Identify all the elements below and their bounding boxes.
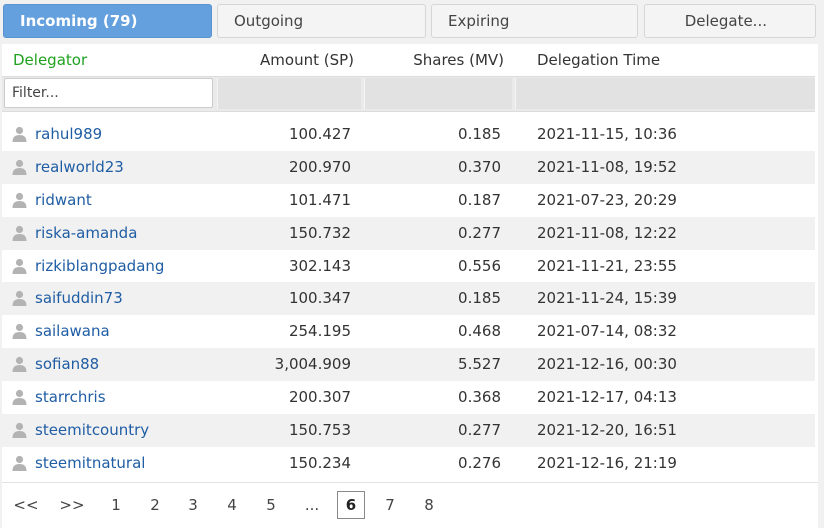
user-icon: [12, 323, 27, 340]
table-row: sofian88 3,004.909 5.527 2021-12-16, 00:30: [2, 348, 815, 382]
delegation-time-cell: 2021-12-16, 21:19: [537, 453, 677, 472]
user-icon: [12, 455, 27, 471]
page-1-button[interactable]: 1: [102, 491, 130, 519]
tab-bar: Incoming (79) Outgoing Expiring Delegate…: [3, 4, 816, 38]
delegation-time-cell: 2021-07-14, 08:32: [537, 322, 677, 341]
table-row: realworld23 200.970 0.370 2021-11-08, 19:52: [2, 150, 815, 184]
amount-cell: 101.471: [288, 190, 351, 209]
amount-cell: 100.427: [288, 125, 351, 143]
delegator-link[interactable]: saifuddin73: [35, 289, 123, 307]
pagination: << >> 1 2 3 4 5... 6 7 8: [2, 482, 818, 528]
header-delegation-time[interactable]: Delegation Time: [537, 51, 660, 69]
table-body: rahul989 100.427 0.185 2021-11-15, 10:36 rea…: [2, 118, 815, 480]
user-icon: [12, 389, 27, 406]
tab-outgoing[interactable]: Outgoing: [217, 4, 426, 38]
delegation-time-cell: 2021-11-21, 23:55: [537, 256, 677, 275]
shares-cell: 0.277: [458, 223, 501, 242]
delegation-time-cell: 2021-07-23, 20:29: [537, 190, 677, 209]
page-3-button[interactable]: 3: [179, 491, 207, 519]
delegation-time-cell: 2021-12-17, 04:13: [537, 388, 677, 407]
next-pages-button[interactable]: >>: [58, 491, 86, 519]
amount-cell: 150.234: [288, 453, 351, 472]
shares-cell: 0.368: [458, 388, 501, 407]
delegation-time-cell: 2021-11-08, 12:22: [537, 223, 677, 242]
page-7-button[interactable]: 7: [376, 491, 404, 519]
table-row: rizkiblangpadang 302.143 0.556 2021-11-21, …: [2, 250, 815, 283]
user-icon: [12, 356, 27, 373]
table-row: steemitnatural 150.234 0.276 2021-12-16, 21…: [2, 447, 815, 480]
filter-cell-shares: [364, 78, 512, 109]
shares-cell: 0.468: [458, 322, 501, 341]
user-icon: [12, 422, 27, 439]
shares-cell: 5.527: [458, 355, 501, 374]
delegator-link[interactable]: sofian88: [35, 355, 99, 373]
shares-cell: 0.276: [458, 453, 501, 472]
amount-cell: 150.732: [288, 223, 351, 242]
page-2-button[interactable]: 2: [141, 491, 169, 519]
delegator-link[interactable]: realworld23: [35, 158, 124, 176]
user-icon: [12, 126, 27, 142]
shares-cell: 0.277: [458, 421, 501, 440]
amount-cell: 254.195: [288, 322, 351, 341]
delegator-link[interactable]: rizkiblangpadang: [35, 257, 164, 275]
delegator-link[interactable]: sailawana: [35, 322, 110, 340]
filter-cell-time: [515, 78, 815, 109]
page-8-button[interactable]: 8: [415, 491, 443, 519]
shares-cell: 0.370: [458, 157, 501, 176]
delegation-time-cell: 2021-11-24, 15:39: [537, 289, 677, 308]
filter-row: [2, 76, 815, 112]
delegator-link[interactable]: steemitnatural: [35, 454, 145, 472]
page-4-button[interactable]: 4: [218, 491, 246, 519]
shares-cell: 0.187: [458, 190, 501, 209]
user-icon: [12, 258, 27, 274]
table-row: saifuddin73 100.347 0.185 2021-11-24, 15:39: [2, 282, 815, 316]
tab-incoming[interactable]: Incoming (79): [3, 4, 212, 38]
user-icon: [12, 290, 27, 307]
delegation-time-cell: 2021-11-15, 10:36: [537, 125, 677, 143]
amount-cell: 302.143: [288, 256, 351, 275]
table-row: ridwant 101.471 0.187 2021-07-23, 20:29: [2, 184, 815, 217]
header-amount[interactable]: Amount (SP): [260, 51, 354, 69]
amount-cell: 100.347: [288, 289, 351, 308]
tab-expiring[interactable]: Expiring: [431, 4, 638, 38]
shares-cell: 0.556: [458, 256, 501, 275]
delegations-table: Delegator Amount (SP) Shares (MV) Delega…: [2, 44, 818, 528]
shares-cell: 0.185: [458, 289, 501, 308]
user-icon: [12, 159, 27, 175]
amount-cell: 200.970: [288, 157, 351, 176]
table-row: starrchris 200.307 0.368 2021-12-17, 04:13: [2, 381, 815, 414]
delegator-link[interactable]: steemitcountry: [35, 421, 149, 439]
table-row: rahul989 100.427 0.185 2021-11-15, 10:36: [2, 118, 815, 151]
table-row: riska-amanda 150.732 0.277 2021-11-08, 12:2…: [2, 216, 815, 250]
delegator-link[interactable]: riska-amanda: [35, 224, 137, 242]
amount-cell: 3,004.909: [274, 355, 351, 374]
filter-cell-amount: [217, 78, 361, 109]
amount-cell: 200.307: [288, 388, 351, 407]
first-page-button[interactable]: <<: [12, 491, 40, 519]
page-6-button[interactable]: 6: [337, 491, 365, 519]
page-5-button[interactable]: 5: [257, 491, 285, 519]
user-icon: [12, 225, 27, 241]
delegator-link[interactable]: starrchris: [35, 388, 106, 406]
table-row: sailawana 254.195 0.468 2021-07-14, 08:32: [2, 315, 815, 348]
header-shares[interactable]: Shares (MV): [413, 51, 504, 69]
delegation-time-cell: 2021-12-20, 16:51: [537, 421, 677, 440]
delegation-time-cell: 2021-11-08, 19:52: [537, 157, 677, 176]
delegate-button[interactable]: Delegate...: [644, 4, 816, 38]
delegator-link[interactable]: ridwant: [35, 191, 92, 209]
delegation-time-cell: 2021-12-16, 00:30: [537, 355, 677, 374]
table-header: Delegator Amount (SP) Shares (MV) Delega…: [2, 44, 818, 76]
user-icon: [12, 192, 27, 208]
header-delegator[interactable]: Delegator: [13, 51, 87, 69]
page-ellipsis: ...: [304, 496, 320, 514]
filter-input[interactable]: [4, 78, 213, 108]
amount-cell: 150.753: [288, 421, 351, 440]
delegator-link[interactable]: rahul989: [35, 125, 102, 143]
shares-cell: 0.185: [458, 125, 501, 143]
table-row: steemitcountry 150.753 0.277 2021-12-20, 16…: [2, 414, 815, 447]
